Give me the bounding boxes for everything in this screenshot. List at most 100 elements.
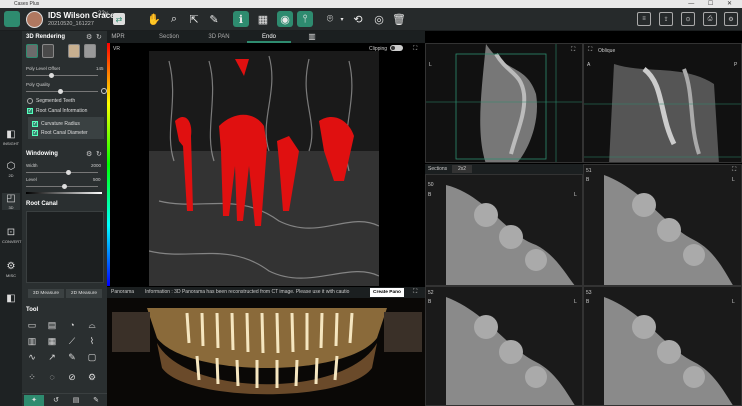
gear-icon[interactable]: ⚙ xyxy=(86,150,92,158)
mode-convert[interactable]: ⊡ CONVERT xyxy=(2,227,21,244)
levels-icon[interactable]: ⫯ xyxy=(297,11,313,27)
cursor-icon[interactable]: ⇱ xyxy=(186,11,202,27)
layout-select[interactable]: 2x2 xyxy=(452,165,473,173)
slider-knob[interactable] xyxy=(58,89,64,94)
brush-icon[interactable]: ✎ xyxy=(86,395,106,406)
scatter-icon[interactable]: ⁘ xyxy=(26,371,38,383)
hand-icon[interactable]: ✋ xyxy=(146,11,162,27)
slice-number: 50 xyxy=(428,182,434,188)
area-icon[interactable]: ▤ xyxy=(46,319,58,331)
tab-section[interactable]: Section xyxy=(147,31,191,43)
slice-viewport-4[interactable]: 53 B L xyxy=(583,286,742,406)
layout-icon[interactable]: ▥ xyxy=(305,31,319,43)
line-icon[interactable]: ⟋ xyxy=(66,335,78,347)
coronal-viewport[interactable]: L ⛶ xyxy=(425,43,583,163)
magnifier-icon[interactable]: ⌕ xyxy=(166,11,182,27)
reset-icon[interactable]: ↻ xyxy=(96,150,102,158)
mode-insight[interactable]: ◧ INSIGHT xyxy=(2,129,20,146)
pen-icon[interactable]: ✎ xyxy=(66,351,78,363)
refresh-settings-icon[interactable]: ⟲ xyxy=(350,11,366,27)
trash-icon[interactable]: 🗑 xyxy=(391,11,407,27)
lasso-icon[interactable]: ◌ xyxy=(46,371,58,383)
mode-sidebar: ◧ INSIGHT ⬡ 2D ◰ 3D ⊡ CONVERT ⚙ MISC ◧ xyxy=(0,31,22,406)
3d-measure-button[interactable]: 3D Measure xyxy=(28,289,64,298)
patient-avatar xyxy=(26,11,43,28)
coronal-slice xyxy=(426,44,582,162)
2d-measure-button[interactable]: 2D Measure xyxy=(66,289,102,298)
chevron-down-icon[interactable]: ▾ xyxy=(337,11,347,27)
capture-icon[interactable]: ⊙ xyxy=(681,12,695,26)
histogram-icon[interactable]: ▦ xyxy=(46,335,58,347)
camera-icon[interactable]: ⌾ xyxy=(322,11,338,27)
layers-icon[interactable]: ▤ xyxy=(66,395,86,406)
slider-knob[interactable] xyxy=(65,170,71,175)
eye-icon[interactable]: ◉ xyxy=(277,11,293,27)
angle-icon[interactable]: ◔ xyxy=(66,319,78,331)
slider-knob[interactable] xyxy=(62,184,67,189)
report-icon[interactable]: ≡ xyxy=(637,12,651,26)
mode-other[interactable]: ◧ xyxy=(2,293,20,305)
slice-viewport-3[interactable]: 52 B L xyxy=(425,286,583,406)
wrench-icon[interactable]: ✦ xyxy=(24,395,44,406)
slice-viewport-1[interactable]: 50 B L xyxy=(425,174,583,286)
reset-icon[interactable]: ↻ xyxy=(96,33,102,41)
tab-mpr[interactable]: MPR xyxy=(107,31,129,43)
poly-offset-slider[interactable] xyxy=(26,73,98,78)
slice-viewport-2[interactable]: 51 B L ⛶ xyxy=(583,164,742,286)
fullscreen-icon[interactable]: ⛶ xyxy=(571,47,575,54)
orientation-l: L xyxy=(732,299,735,305)
tab-endo[interactable]: Endo xyxy=(247,31,291,43)
history-icon[interactable]: ↺ xyxy=(46,395,66,406)
fullscreen-icon[interactable]: ⛶ xyxy=(732,167,736,174)
rect-icon[interactable]: ▢ xyxy=(86,351,98,363)
profile-icon[interactable]: ▥ xyxy=(26,335,38,347)
info-icon[interactable]: ℹ xyxy=(233,11,249,27)
segmented-teeth-radio[interactable] xyxy=(27,98,33,104)
window-level-slider[interactable] xyxy=(26,184,98,189)
pencil-icon[interactable]: ✎ xyxy=(206,11,222,27)
arrow-icon[interactable]: ↗ xyxy=(46,351,58,363)
print-icon[interactable]: ⎙ xyxy=(703,12,717,26)
mode-2d[interactable]: ⬡ 2D xyxy=(2,161,20,178)
tab-3d-pan[interactable]: 3D PAN xyxy=(197,31,241,43)
polyline-icon[interactable]: ⌇ xyxy=(86,335,98,347)
color-scale xyxy=(107,43,110,286)
window-controls[interactable]: — ☐ ✕ xyxy=(688,0,738,8)
render-preset-3[interactable] xyxy=(68,44,80,58)
window-title-bar: Cases Plus — ☐ ✕ xyxy=(0,0,742,8)
mode-3d[interactable]: ◰ 3D xyxy=(2,193,20,210)
panorama-viewport[interactable] xyxy=(107,298,425,406)
poly-quality-slider[interactable] xyxy=(26,89,98,94)
vr-viewport[interactable]: VR Clipping ◐ ◑ ◒ ◓ ↻ ⛶ xyxy=(107,43,425,286)
render-preset-2[interactable] xyxy=(42,44,54,58)
render-preset-4[interactable] xyxy=(84,44,96,58)
curvature-checkbox[interactable]: ✓ xyxy=(32,121,38,127)
slice-image xyxy=(584,165,741,285)
grid-icon[interactable]: ▦ xyxy=(255,11,271,27)
create-pano-button[interactable]: Create Pano xyxy=(370,288,404,297)
ruler-icon[interactable]: ▭ xyxy=(26,319,38,331)
patient-switch-icon[interactable]: ⇄ xyxy=(113,13,125,25)
eye-settings-icon[interactable]: ◎ xyxy=(371,11,387,27)
settings-icon[interactable]: ⚙ xyxy=(724,12,738,26)
shape-icon[interactable]: ⌓ xyxy=(86,319,98,331)
fullscreen-icon[interactable]: ⛶ xyxy=(413,46,417,53)
window-width-slider[interactable] xyxy=(26,170,98,175)
clipping-toggle[interactable] xyxy=(390,45,403,51)
export-icon[interactable]: ⇪ xyxy=(659,12,673,26)
slider-knob[interactable] xyxy=(49,73,55,78)
root-canal-info-checkbox[interactable]: ✓ xyxy=(27,108,33,114)
window-title: Cases Plus xyxy=(14,1,40,7)
fullscreen-icon[interactable]: ⛶ xyxy=(413,287,417,298)
fullscreen-icon[interactable]: ⛶ xyxy=(588,47,592,54)
render-preset-1[interactable] xyxy=(26,44,38,58)
curve-icon[interactable]: ∿ xyxy=(26,351,38,363)
settings-tool-icon[interactable]: ⚙ xyxy=(86,371,98,383)
oblique-viewport[interactable]: Oblique A P ⛶ xyxy=(583,43,742,163)
mode-misc[interactable]: ⚙ MISC xyxy=(2,261,20,278)
gear-icon[interactable]: ⚙ xyxy=(86,33,92,41)
diameter-checkbox[interactable]: ✓ xyxy=(32,130,38,136)
windowing-gradient xyxy=(26,192,102,194)
oblique-label: Oblique xyxy=(598,48,616,54)
eraser-icon[interactable]: ⊘ xyxy=(66,371,78,383)
